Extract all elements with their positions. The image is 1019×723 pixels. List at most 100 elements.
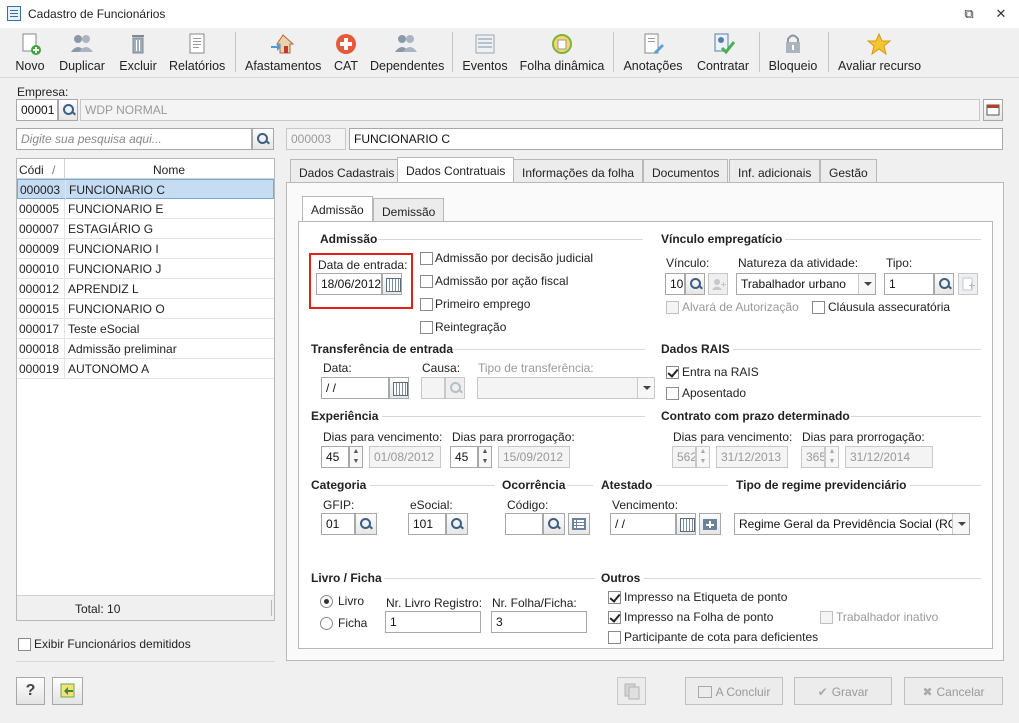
ocorrencia-list-icon[interactable] xyxy=(568,513,590,535)
vinculo-search-icon[interactable] xyxy=(685,273,705,295)
clausula-checkbox[interactable] xyxy=(812,301,825,314)
show-dismissed-label: Exibir Funcionários demitidos xyxy=(34,637,191,651)
help-button[interactable]: ? xyxy=(16,677,45,705)
primeiro-emprego-checkbox[interactable] xyxy=(420,298,433,311)
calendar-icon[interactable] xyxy=(676,513,696,535)
natureza-select[interactable]: Trabalhador urbano xyxy=(736,273,876,295)
inativo-checkbox xyxy=(820,611,833,624)
toolbar: Novo Duplicar Excluir Relatórios Afastam… xyxy=(0,28,1019,78)
tab-gestao[interactable]: Gestão xyxy=(820,159,877,183)
bloqueio-button[interactable]: Bloqueio xyxy=(767,32,819,74)
cota-checkbox[interactable] xyxy=(608,631,621,644)
anotacoes-button[interactable]: Anotações xyxy=(623,32,683,74)
exp-venc-spinner[interactable]: ▲ ▼ xyxy=(349,446,363,468)
etiqueta-checkbox[interactable] xyxy=(608,591,621,604)
inativo-label: Trabalhador inativo xyxy=(836,610,939,624)
vinculo-input[interactable]: 10 xyxy=(665,273,685,295)
calendar-icon[interactable] xyxy=(389,377,409,399)
folha-dinamica-button[interactable]: Folha dinâmica xyxy=(519,32,605,74)
afastamentos-button[interactable]: Afastamentos xyxy=(245,32,321,74)
report-icon xyxy=(184,32,210,56)
cat-button[interactable]: CAT xyxy=(332,32,360,74)
table-row[interactable]: 000018 Admissão preliminar xyxy=(17,339,274,359)
fiscal-checkbox[interactable] xyxy=(420,275,433,288)
date-entry-input[interactable]: 18/06/2012 xyxy=(316,273,382,295)
tab-informacoes-folha[interactable]: Informações da folha xyxy=(513,159,644,183)
subtab-admissao[interactable]: Admissão xyxy=(302,196,373,222)
search-icon[interactable] xyxy=(252,128,274,150)
empresa-window-button[interactable] xyxy=(983,99,1003,121)
table-row[interactable]: 000012 APRENDIZ L xyxy=(17,279,274,299)
search-input[interactable]: Digite sua pesquisa aqui... xyxy=(16,128,252,150)
table-row[interactable]: 000009 FUNCIONARIO I xyxy=(17,239,274,259)
ocorrencia-section-title: Ocorrência xyxy=(502,478,566,492)
excluir-button[interactable]: Excluir xyxy=(118,32,158,74)
empresa-code-input[interactable]: 00001 xyxy=(16,99,58,121)
atestado-venc-input[interactable]: / / xyxy=(610,513,676,535)
ocorrencia-search-icon[interactable] xyxy=(543,513,565,535)
tab-inf-adicionais[interactable]: Inf. adicionais xyxy=(729,159,821,183)
reintegracao-checkbox[interactable] xyxy=(420,321,433,334)
export-button[interactable] xyxy=(52,677,83,705)
duplicar-button[interactable]: Duplicar xyxy=(58,32,106,74)
tab-dados-cadastrais[interactable]: Dados Cadastrais xyxy=(290,159,404,183)
dependentes-button[interactable]: Dependentes xyxy=(370,32,444,74)
ficha-radio[interactable] xyxy=(320,617,333,630)
atestado-add-icon[interactable] xyxy=(699,513,721,535)
list-header: Códi / Nome xyxy=(17,159,274,179)
contratar-button[interactable]: Contratar xyxy=(695,32,751,74)
table-row[interactable]: 000003 FUNCIONARIO C xyxy=(17,179,274,200)
causa-input xyxy=(421,377,445,399)
gfip-search-icon[interactable] xyxy=(355,513,377,535)
eventos-button[interactable]: Eventos xyxy=(462,32,508,74)
cross-icon: ✖ xyxy=(922,685,933,699)
judicial-checkbox[interactable] xyxy=(420,252,433,265)
table-row[interactable]: 000017 Teste eSocial xyxy=(17,319,274,339)
table-row[interactable]: 000010 FUNCIONARIO J xyxy=(17,259,274,279)
nr-livro-input[interactable]: 1 xyxy=(385,611,481,633)
esocial-input[interactable]: 101 xyxy=(408,513,446,535)
vinculo-label: Vínculo: xyxy=(666,256,710,270)
exp-venc-days-input[interactable]: 45 xyxy=(321,446,349,468)
toolbar-separator xyxy=(235,32,236,72)
users-icon xyxy=(69,32,95,56)
vinculo-section-title: Vínculo empregatício xyxy=(661,232,783,246)
close-icon[interactable]: ✕ xyxy=(993,6,1009,22)
avaliar-recurso-button[interactable]: Avaliar recurso xyxy=(838,32,921,74)
gfip-input[interactable]: 01 xyxy=(321,513,355,535)
col-name-header[interactable]: Nome xyxy=(153,163,185,177)
employee-list: Códi / Nome 000003 FUNCIONARIO C 000005 FU… xyxy=(16,158,275,621)
relatorios-button[interactable]: Relatórios xyxy=(169,32,225,74)
vinculo-add-icon xyxy=(708,273,728,295)
empresa-search-icon[interactable] xyxy=(58,99,78,121)
table-row[interactable]: 000019 AUTONOMO A xyxy=(17,359,274,379)
tab-documentos[interactable]: Documentos xyxy=(643,159,729,183)
exp-prorr-spinner[interactable]: ▲ ▼ xyxy=(478,446,492,468)
col-code-header[interactable]: Códi xyxy=(19,163,44,177)
tab-dados-contratuais[interactable]: Dados Contratuais xyxy=(397,157,515,183)
table-row[interactable]: 000015 FUNCIONARIO O xyxy=(17,299,274,319)
entra-rais-checkbox[interactable] xyxy=(666,366,679,379)
calendar-icon[interactable] xyxy=(382,273,402,295)
ocorrencia-codigo-input[interactable] xyxy=(505,513,543,535)
subtab-demissao[interactable]: Demissão xyxy=(373,198,445,222)
folha-ponto-checkbox[interactable] xyxy=(608,611,621,624)
exp-prorr-days-input[interactable]: 45 xyxy=(450,446,478,468)
table-row[interactable]: 000007 ESTAGIÁRIO G xyxy=(17,219,274,239)
show-dismissed-checkbox[interactable] xyxy=(18,638,31,651)
tipo-search-icon[interactable] xyxy=(934,273,954,295)
esocial-search-icon[interactable] xyxy=(446,513,468,535)
transferencia-data-input[interactable]: / / xyxy=(321,377,389,399)
tipo-input[interactable]: 1 xyxy=(884,273,934,295)
exp-venc-label: Dias para vencimento: xyxy=(323,430,443,444)
livro-radio[interactable] xyxy=(320,595,333,608)
aposentado-checkbox[interactable] xyxy=(666,387,679,400)
livro-radio-label: Livro xyxy=(338,594,365,608)
outros-section-title: Outros xyxy=(601,571,641,585)
table-row[interactable]: 000005 FUNCIONARIO E xyxy=(17,199,274,219)
novo-button[interactable]: Novo xyxy=(12,32,48,74)
regime-select[interactable]: Regime Geral da Previdência Social (RGP xyxy=(734,513,970,535)
nr-folha-input[interactable]: 3 xyxy=(491,611,587,633)
reintegracao-label: Reintegração xyxy=(435,320,507,334)
restore-icon[interactable]: ⧉ xyxy=(961,6,977,22)
